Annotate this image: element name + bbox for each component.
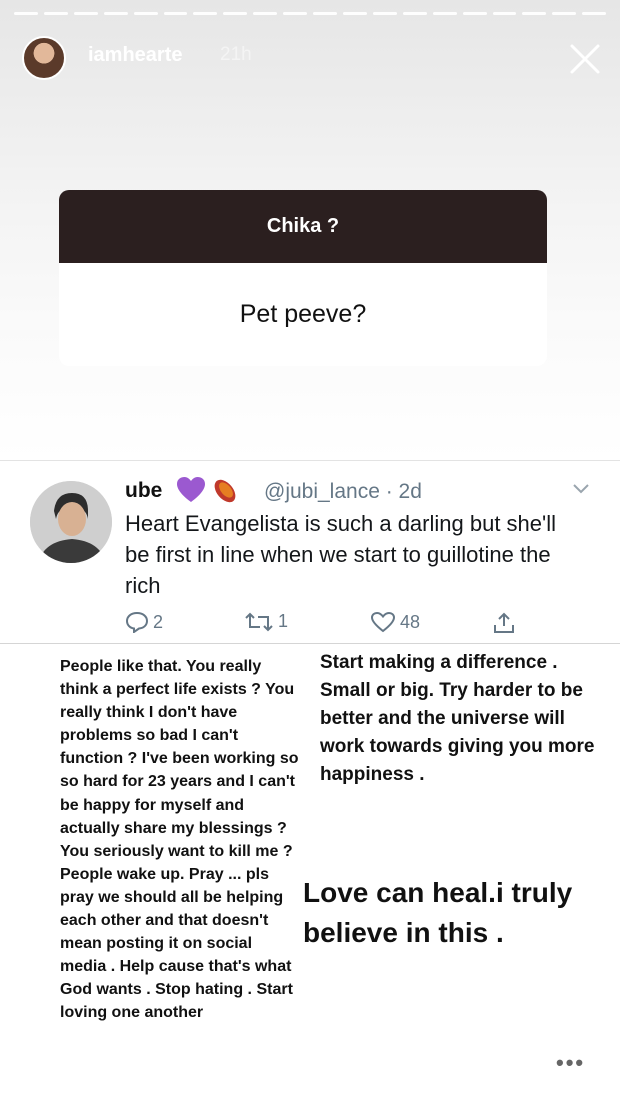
more-options-icon[interactable]: •••: [556, 1050, 585, 1076]
progress-segment: [402, 12, 427, 15]
progress-segment: [492, 12, 517, 15]
progress-segment: [582, 12, 607, 15]
progress-segment: [372, 12, 397, 15]
progress-segment: [342, 12, 367, 15]
question-prompt: Chika ?: [59, 190, 547, 263]
progress-segment: [133, 12, 158, 15]
progress-segment: [522, 12, 547, 15]
question-sticker: Chika ? Pet peeve?: [59, 190, 547, 366]
progress-segment: [73, 12, 98, 15]
person-silhouette-icon: [30, 481, 112, 563]
send-icon[interactable]: [492, 1044, 532, 1084]
tweet-avatar: [30, 481, 112, 563]
retweet-count: 1: [278, 611, 289, 631]
progress-segment: [14, 12, 38, 15]
reply-icon: [125, 611, 149, 633]
tweet-like: 48: [370, 611, 420, 633]
post-time: 21h: [220, 44, 252, 65]
progress-segment: [103, 12, 128, 15]
purple-heart-icon: [177, 477, 205, 502]
progress-segment: [432, 12, 457, 15]
share-upload-icon: [494, 612, 514, 633]
story-text-love: Love can heal.i truly believe in this .: [303, 877, 573, 948]
progress-segment: [313, 12, 337, 15]
story-text-right: Start making a difference . Small or big…: [320, 652, 595, 785]
progress-segment: [462, 12, 487, 15]
progress-segment: [223, 12, 248, 15]
progress-segment: [253, 12, 278, 15]
username[interactable]: iamhearte: [88, 44, 183, 67]
retweet-icon: [245, 612, 273, 631]
story-text-left: People like that. You really think a per…: [60, 658, 299, 1022]
progress-segment: [193, 12, 218, 15]
progress-segment: [43, 12, 68, 15]
progress-segment: [283, 12, 308, 15]
story-viewer: iamhearte 21h Chika ? Pet peeve? ube @ju…: [0, 0, 620, 1103]
tweet-name-emojis: [176, 476, 240, 504]
close-icon[interactable]: [566, 40, 604, 78]
tweet-reply: 2: [125, 611, 163, 633]
user-avatar[interactable]: [22, 36, 66, 80]
story-progress-bar: [14, 12, 607, 15]
sweet-potato-icon: [214, 479, 236, 503]
progress-segment: [552, 12, 577, 15]
section-divider: [0, 643, 620, 644]
tweet-handle-time: @jubi_lance · 2d: [264, 480, 422, 503]
progress-segment: [163, 12, 188, 15]
tweet-text: Heart Evangelista is such a darling but …: [125, 511, 556, 598]
heart-outline-icon: [370, 611, 396, 633]
reply-count: 2: [153, 611, 164, 632]
tweet-retweet: 1: [244, 611, 288, 632]
question-answer: Pet peeve?: [59, 263, 547, 366]
tweet-display-name: ube: [125, 479, 163, 502]
like-count: 48: [400, 611, 421, 632]
chevron-down-icon: [573, 484, 589, 494]
tweet-screenshot: ube @jubi_lance · 2d Heart Evangelista i…: [0, 460, 620, 645]
